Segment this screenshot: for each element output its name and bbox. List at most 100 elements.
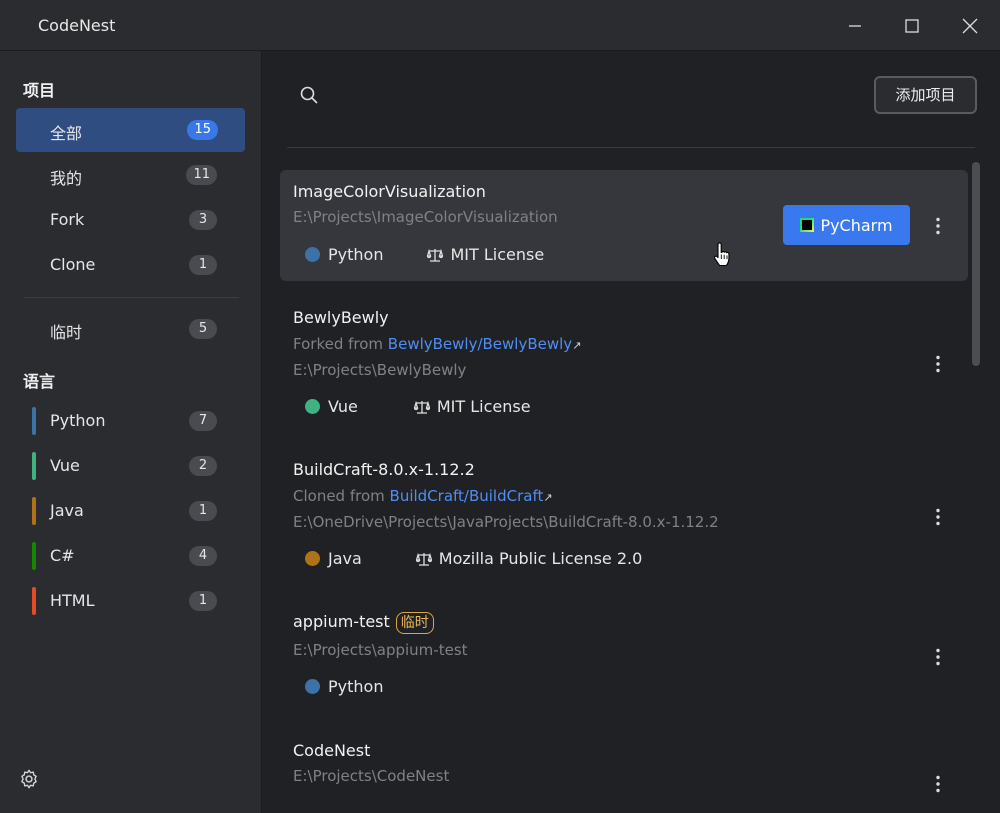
project-source: Cloned from BuildCraft/BuildCraft↗ xyxy=(293,487,553,505)
sidebar-item-vue[interactable]: Vue 2 xyxy=(16,444,245,488)
scale-icon xyxy=(415,552,432,566)
sidebar-item-label: Vue xyxy=(50,456,80,475)
count-badge: 5 xyxy=(189,319,217,339)
scale-icon xyxy=(413,400,430,414)
project-path: E:\Projects\BewlyBewly xyxy=(293,361,467,379)
temp-tag: 临时 xyxy=(395,612,434,634)
projects-section-title: 项目 xyxy=(23,81,56,100)
title-bar: CodeNest xyxy=(0,0,1000,51)
sidebar-item-csharp[interactable]: C# 4 xyxy=(16,534,245,578)
more-options-icon[interactable] xyxy=(928,354,948,374)
project-name: ImageColorVisualization xyxy=(293,182,486,201)
project-card[interactable]: ImageColorVisualization E:\Projects\Imag… xyxy=(280,170,968,281)
languages-section-title: 语言 xyxy=(23,372,56,391)
project-language: Python xyxy=(328,245,384,264)
language-color-bar xyxy=(32,452,36,480)
count-badge: 4 xyxy=(189,546,217,566)
license-info: MIT License xyxy=(413,397,531,416)
app-title: CodeNest xyxy=(38,16,116,35)
project-card[interactable]: BewlyBewly Forked from BewlyBewly/BewlyB… xyxy=(280,296,968,434)
license-info: Mozilla Public License 2.0 xyxy=(415,549,643,568)
scrollbar-thumb[interactable] xyxy=(972,162,980,366)
language-dot xyxy=(305,247,320,262)
language-color-bar xyxy=(32,407,36,435)
sidebar-item-java[interactable]: Java 1 xyxy=(16,489,245,533)
sidebar-item-fork[interactable]: Fork 3 xyxy=(16,198,245,242)
close-icon xyxy=(962,18,978,33)
language-dot xyxy=(305,551,320,566)
external-link-icon: ↗ xyxy=(543,491,553,504)
count-badge: 1 xyxy=(189,501,217,521)
sidebar-item-temp[interactable]: 临时 5 xyxy=(16,307,245,351)
sidebar-divider xyxy=(24,297,239,298)
project-language: Java xyxy=(328,549,362,568)
count-badge: 2 xyxy=(189,456,217,476)
sidebar-item-label: 临时 xyxy=(50,323,83,342)
project-path: E:\Projects\CodeNest xyxy=(293,767,450,785)
ide-button-label: PyCharm xyxy=(820,215,893,235)
project-license: Mozilla Public License 2.0 xyxy=(438,549,643,568)
project-card[interactable]: BuildCraft-8.0.x-1.12.2 Cloned from Buil… xyxy=(280,449,968,587)
search-input[interactable] xyxy=(327,79,747,111)
project-license: MIT License xyxy=(436,397,531,416)
maximize-icon xyxy=(905,18,919,33)
project-name: BuildCraft-8.0.x-1.12.2 xyxy=(293,460,475,479)
language-color-bar xyxy=(32,497,36,525)
divider xyxy=(287,147,975,148)
project-path: E:\Projects\ImageColorVisualization xyxy=(293,208,558,226)
project-name: CodeNest xyxy=(293,741,371,760)
project-path: E:\Projects\appium-test xyxy=(293,641,468,659)
sidebar-item-mine[interactable]: 我的 11 xyxy=(16,153,245,197)
open-pycharm-button[interactable]: PyCharm xyxy=(783,205,910,245)
language-color-bar xyxy=(32,587,36,615)
maximize-button[interactable] xyxy=(883,0,941,51)
project-name: BewlyBewly xyxy=(293,308,389,327)
search-icon[interactable] xyxy=(299,85,319,105)
count-badge: 15 xyxy=(187,120,218,140)
sidebar-item-label: Clone xyxy=(50,255,96,274)
hand-cursor-icon xyxy=(714,242,730,267)
sidebar-item-label: HTML xyxy=(50,591,95,610)
project-meta: Python MIT License xyxy=(305,245,544,264)
more-options-icon[interactable] xyxy=(928,216,948,236)
sidebar-item-html[interactable]: HTML 1 xyxy=(16,579,245,623)
count-badge: 11 xyxy=(186,165,217,185)
sidebar-item-label: 我的 xyxy=(50,169,83,188)
external-link-icon: ↗ xyxy=(572,339,582,352)
license-info: MIT License xyxy=(427,245,544,264)
more-options-icon[interactable] xyxy=(928,647,948,667)
source-prefix: Forked from xyxy=(293,335,388,353)
sidebar-item-all[interactable]: 全部 15 xyxy=(16,108,245,152)
sidebar-item-label: Python xyxy=(50,411,106,430)
language-dot xyxy=(305,679,320,694)
pycharm-icon xyxy=(800,218,815,232)
count-badge: 1 xyxy=(189,591,217,611)
project-meta: Python xyxy=(305,677,383,696)
sidebar-item-python[interactable]: Python 7 xyxy=(16,399,245,443)
source-prefix: Cloned from xyxy=(293,487,390,505)
project-card[interactable]: CodeNest E:\Projects\CodeNest xyxy=(280,729,968,813)
sidebar-item-clone[interactable]: Clone 1 xyxy=(16,243,245,287)
count-badge: 1 xyxy=(189,255,217,275)
project-card[interactable]: appium-test 临时 E:\Projects\appium-test Py… xyxy=(280,601,968,716)
project-name-row: appium-test 临时 xyxy=(293,612,434,634)
sidebar: 项目 全部 15 我的 11 Fork 3 Clone 1 临时 5 语言 Py… xyxy=(0,51,262,813)
project-meta: Vue MIT License xyxy=(305,397,531,416)
more-options-icon[interactable] xyxy=(928,507,948,527)
add-project-button[interactable]: 添加项目 xyxy=(874,76,977,114)
sidebar-item-label: Java xyxy=(50,501,84,520)
more-options-icon[interactable] xyxy=(928,774,948,794)
project-language: Python xyxy=(328,677,384,696)
sidebar-item-label: C# xyxy=(50,546,75,565)
close-button[interactable] xyxy=(941,0,999,51)
source-link[interactable]: BewlyBewly/BewlyBewly xyxy=(388,335,572,353)
minimize-button[interactable] xyxy=(826,0,884,51)
source-link[interactable]: BuildCraft/BuildCraft xyxy=(390,487,544,505)
project-source: Forked from BewlyBewly/BewlyBewly↗ xyxy=(293,335,581,353)
minimize-icon xyxy=(849,24,861,27)
settings-gear-icon[interactable] xyxy=(18,768,40,790)
count-badge: 3 xyxy=(189,210,217,230)
sidebar-item-label: 全部 xyxy=(50,124,83,143)
language-color-bar xyxy=(32,542,36,570)
project-path: E:\OneDrive\Projects\JavaProjects\BuildC… xyxy=(293,513,719,531)
